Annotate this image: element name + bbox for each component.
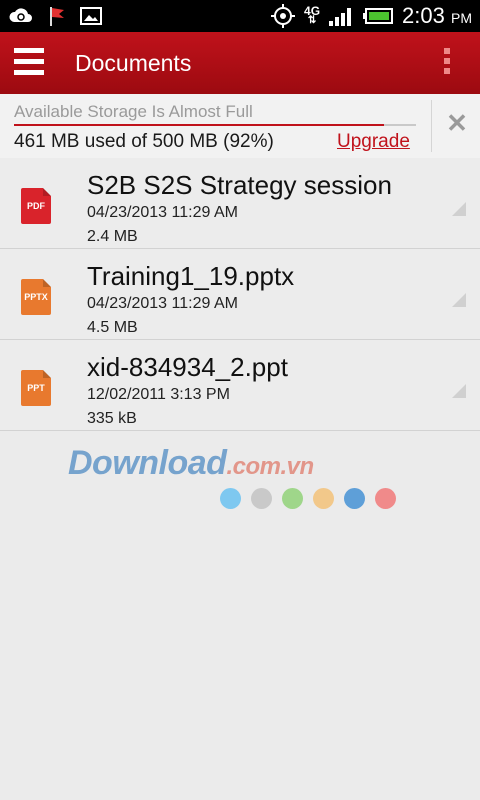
file-name: xid-834934_2.ppt: [87, 352, 288, 382]
storage-progress-fill: [14, 124, 384, 126]
row-corner-indicator-icon: [452, 293, 466, 307]
gps-icon: [271, 4, 296, 28]
storage-warning-title: Available Storage Is Almost Full: [14, 102, 253, 121]
file-type-label: PDF: [27, 201, 45, 211]
file-name: Training1_19.pptx: [87, 261, 295, 291]
file-date: 04/23/2013 11:29 AM: [87, 295, 238, 312]
watermark-dot: [313, 488, 334, 509]
file-size: 335 kB: [87, 410, 137, 427]
overflow-menu-icon[interactable]: [442, 48, 452, 78]
watermark-dots: [220, 488, 396, 509]
action-bar: Documents: [0, 32, 480, 94]
hamburger-menu-icon[interactable]: [14, 48, 44, 76]
watermark-logo: Download.com.vn: [68, 444, 408, 516]
status-bar: 4G ⇅ 2:03 PM: [0, 0, 480, 32]
banner-divider: [431, 100, 432, 152]
watermark-dot: [251, 488, 272, 509]
file-type-label: PPTX: [24, 292, 48, 302]
watermark-dot: [282, 488, 303, 509]
clock: 2:03 PM: [402, 3, 472, 29]
red-flag-icon: [50, 7, 64, 26]
file-size: 2.4 MB: [87, 228, 138, 245]
battery-icon: [363, 8, 394, 24]
storage-warning-banner: Available Storage Is Almost Full 461 MB …: [0, 94, 480, 159]
file-name: S2B S2S Strategy session: [87, 170, 392, 200]
list-item[interactable]: PDF S2B S2S Strategy session 04/23/2013 …: [0, 158, 480, 249]
storage-usage-text: 461 MB used of 500 MB (92%): [14, 131, 274, 152]
ppt-file-icon: PPT: [21, 370, 51, 406]
system-icons: 4G ⇅ 2:03 PM: [270, 0, 472, 32]
file-size: 4.5 MB: [87, 319, 138, 336]
list-item[interactable]: PPTX Training1_19.pptx 04/23/2013 11:29 …: [0, 249, 480, 340]
watermark-suffix: .com.vn: [226, 453, 314, 480]
sync-cloud-icon: [9, 8, 32, 22]
close-icon[interactable]: ✕: [440, 106, 474, 140]
list-item[interactable]: PPT xid-834934_2.ppt 12/02/2011 3:13 PM …: [0, 340, 480, 431]
notification-icons: [8, 4, 102, 28]
storage-progress-bar: [14, 124, 416, 126]
row-corner-indicator-icon: [452, 384, 466, 398]
file-list: PDF S2B S2S Strategy session 04/23/2013 …: [0, 158, 480, 431]
watermark-dot: [344, 488, 365, 509]
network-4g-icon: 4G ⇅: [304, 4, 321, 26]
watermark-brand: Download: [68, 444, 227, 482]
pdf-file-icon: PDF: [21, 188, 51, 224]
clock-time: 2:03: [402, 3, 445, 28]
row-corner-indicator-icon: [452, 202, 466, 216]
upgrade-link[interactable]: Upgrade: [337, 131, 410, 153]
file-type-label: PPT: [27, 383, 45, 393]
watermark-text: Download.com.vn: [68, 444, 408, 483]
file-date: 12/02/2011 3:13 PM: [87, 386, 230, 403]
clock-ampm: PM: [451, 10, 472, 26]
signal-icon: [329, 8, 352, 26]
file-date: 04/23/2013 11:29 AM: [87, 204, 238, 221]
watermark-dot: [220, 488, 241, 509]
page-title: Documents: [75, 50, 192, 76]
watermark-dot: [375, 488, 396, 509]
pptx-file-icon: PPTX: [21, 279, 51, 315]
image-icon: [80, 7, 102, 25]
